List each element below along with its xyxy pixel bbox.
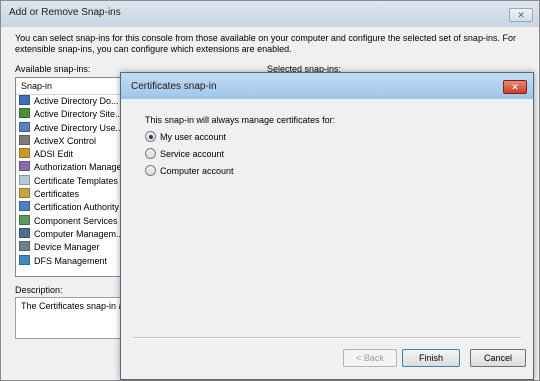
intro-text: You can select snap-ins for this console… <box>15 33 516 54</box>
activex-icon <box>19 134 30 145</box>
adsi-edit-icon <box>19 148 30 159</box>
inner-dialog-title: Certificates snap-in <box>131 81 217 92</box>
footer-separator <box>133 337 521 339</box>
list-item[interactable]: Active Directory Use... <box>16 121 128 135</box>
outer-title-bar[interactable]: Add or Remove Snap-ins ✕ <box>1 1 539 27</box>
ad-users-icon <box>19 121 30 132</box>
list-item[interactable]: Authorization Manager <box>16 161 128 174</box>
list-item[interactable]: Component Services <box>16 214 128 228</box>
list-item[interactable]: Active Directory Do... <box>16 95 128 108</box>
list-item[interactable]: DFS Management <box>16 254 128 268</box>
list-item[interactable]: Certification Authority <box>16 201 128 214</box>
list-item-label: ActiveX Control <box>34 135 97 146</box>
list-item-label: Active Directory Site... <box>34 109 123 120</box>
list-item[interactable]: Active Directory Site... <box>16 108 128 121</box>
authorization-icon <box>19 161 30 172</box>
radio-indicator[interactable] <box>145 131 156 142</box>
radio-label: My user account <box>160 132 227 142</box>
list-item-label: Certificate Templates <box>34 175 118 186</box>
radio-label: Service account <box>160 149 225 159</box>
list-item-label: ADSI Edit <box>34 149 74 160</box>
list-item-label: Certificates <box>34 189 80 200</box>
ad-sites-icon <box>19 108 30 119</box>
cancel-button[interactable]: Cancel <box>470 349 526 367</box>
cert-templates-icon <box>19 174 30 185</box>
description-label: Description: <box>15 285 63 295</box>
radio-computer-account[interactable]: Computer account <box>145 165 234 179</box>
certificates-snapin-dialog: Certificates snap-in ✕ This snap-in will… <box>120 72 534 380</box>
device-manager-icon <box>19 241 30 252</box>
list-item-label: Authorization Manager <box>34 162 125 173</box>
list-item-label: DFS Management <box>34 255 108 266</box>
outer-close-button[interactable]: ✕ <box>509 8 533 22</box>
list-item-label: Component Services <box>34 215 118 226</box>
list-item-label: Active Directory Use... <box>34 122 124 133</box>
computer-management-icon <box>19 227 30 238</box>
cert-authority-icon <box>19 201 30 212</box>
list-item[interactable]: Certificate Templates <box>16 174 128 188</box>
radio-service-account[interactable]: Service account <box>145 148 224 162</box>
list-item-label: Active Directory Do... <box>34 96 119 106</box>
finish-button[interactable]: Finish <box>402 349 460 367</box>
description-text: The Certificates snap-in allo <box>21 301 129 311</box>
ad-domains-icon <box>19 95 30 105</box>
list-item[interactable]: Device Manager <box>16 241 128 254</box>
radio-my-user-account[interactable]: My user account <box>145 131 226 145</box>
available-snapins-list[interactable]: Snap-in Active Directory Do... Active Dir… <box>15 77 129 277</box>
component-services-icon <box>19 214 30 225</box>
radio-indicator[interactable] <box>145 148 156 159</box>
certificates-icon <box>19 188 30 199</box>
radio-indicator[interactable] <box>145 165 156 176</box>
list-item-label: Device Manager <box>34 242 100 253</box>
radio-label: Computer account <box>160 166 234 176</box>
snapin-column-header[interactable]: Snap-in <box>16 78 128 95</box>
inner-title-bar[interactable]: Certificates snap-in ✕ <box>121 73 533 99</box>
list-item[interactable]: ADSI Edit <box>16 148 128 161</box>
back-button[interactable]: < Back <box>343 349 397 367</box>
description-box: The Certificates snap-in allo <box>15 297 129 339</box>
manage-prompt: This snap-in will always manage certific… <box>145 115 336 125</box>
list-item-label: Certification Authority <box>34 202 120 213</box>
list-item-label: Computer Managem... <box>34 228 124 239</box>
outer-dialog-title: Add or Remove Snap-ins <box>9 7 121 18</box>
available-snapins-label: Available snap-ins: <box>15 64 91 74</box>
list-item[interactable]: ActiveX Control <box>16 134 128 148</box>
list-item[interactable]: Computer Managem... <box>16 227 128 241</box>
inner-close-button[interactable]: ✕ <box>503 80 527 94</box>
list-item[interactable]: Certificates <box>16 188 128 201</box>
dfs-icon <box>19 254 30 265</box>
